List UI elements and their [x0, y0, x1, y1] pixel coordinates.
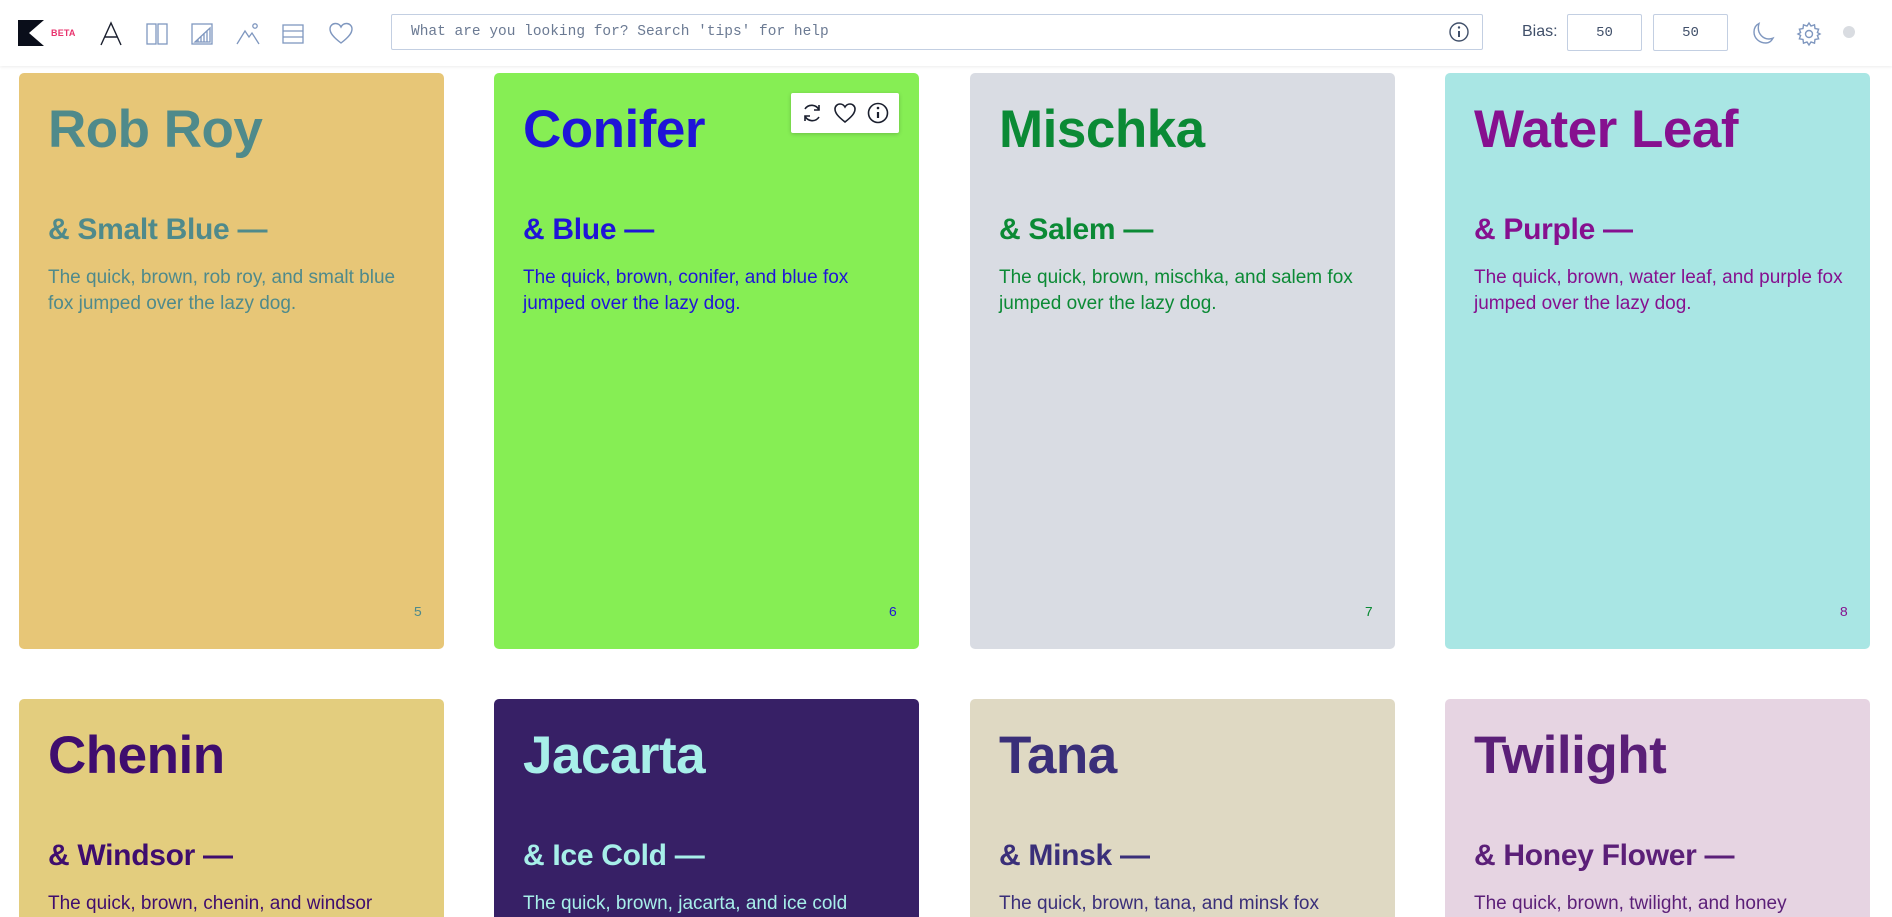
dark-mode-moon-icon[interactable] [1749, 21, 1775, 47]
card-sample-text: The quick, brown, tana, and minsk fox [999, 893, 1319, 914]
chart-panel-icon [191, 23, 213, 45]
card-sample-text: The quick, brown, rob roy, and smalt blu… [48, 267, 396, 314]
color-card[interactable]: Mischka & Salem — The quick, brown, misc… [970, 73, 1395, 649]
card-pair-name: & Purple — [1474, 213, 1633, 246]
status-dot [1843, 26, 1855, 38]
chart-panel-button[interactable] [188, 20, 216, 48]
color-card[interactable]: Twilight & Honey Flower — The quick, bro… [1445, 699, 1870, 917]
color-card[interactable]: Rob Roy & Smalt Blue — The quick, brown,… [19, 73, 444, 649]
list-rows-icon [282, 24, 304, 44]
split-columns-icon [146, 23, 168, 45]
info-icon[interactable] [1448, 21, 1470, 43]
bias-label: Bias: [1522, 23, 1558, 40]
card-number: 7 [1364, 605, 1373, 621]
card-pair-name: & Ice Cold — [523, 839, 705, 872]
image-mountain-button[interactable] [234, 20, 262, 48]
color-card[interactable]: Chenin & Windsor — The quick, brown, che… [19, 699, 444, 917]
card-hover-toolbar [791, 93, 899, 133]
card-sample-text: The quick, brown, mischka, and salem fox… [999, 267, 1353, 314]
color-card[interactable]: Tana & Minsk — The quick, brown, tana, a… [970, 699, 1395, 917]
card-title: Twilight [1474, 726, 1667, 785]
image-mountain-icon [236, 23, 260, 45]
color-card[interactable]: Water Leaf & Purple — The quick, brown, … [1445, 73, 1870, 649]
card-sample-text: The quick, brown, twilight, and honey [1474, 893, 1787, 914]
card-pair-name: & Windsor — [48, 839, 233, 872]
bias-input-1[interactable] [1567, 14, 1642, 51]
favorites-button[interactable] [327, 20, 355, 48]
split-columns-button[interactable] [143, 20, 171, 48]
card-sample-text: The quick, brown, jacarta, and ice cold [523, 893, 848, 914]
card-sample-text: The quick, brown, conifer, and blue fox … [523, 267, 849, 314]
logo-mark-icon [18, 20, 44, 46]
card-title: Conifer [523, 100, 706, 159]
refresh-icon[interactable] [800, 101, 824, 125]
card-title: Mischka [999, 100, 1205, 159]
heart-icon[interactable] [833, 101, 857, 125]
card-title: Water Leaf [1474, 100, 1739, 159]
bias-input-2[interactable] [1653, 14, 1728, 51]
card-pair-name: & Smalt Blue — [48, 213, 268, 246]
card-pair-name: & Blue — [523, 213, 654, 246]
color-card[interactable]: Jacarta & Ice Cold — The quick, brown, j… [494, 699, 919, 917]
typeface-icon [100, 21, 122, 46]
card-title: Rob Roy [48, 100, 263, 159]
card-title: Tana [999, 726, 1117, 785]
beta-badge: BETA [51, 28, 76, 38]
card-number: 5 [413, 605, 422, 621]
card-pair-name: & Salem — [999, 213, 1154, 246]
card-pair-name: & Honey Flower — [1474, 839, 1735, 872]
color-card[interactable]: Conifer & Blue — The quick, brown, conif… [494, 73, 919, 649]
search-bar [391, 14, 1483, 50]
top-toolbar: BETA Bias: [0, 0, 1892, 66]
card-sample-text: The quick, brown, chenin, and windsor [48, 893, 373, 914]
typeface-button[interactable] [97, 20, 125, 48]
search-input[interactable] [392, 15, 1482, 49]
card-pair-name: & Minsk — [999, 839, 1150, 872]
list-rows-button[interactable] [279, 20, 307, 48]
card-number: 6 [888, 605, 897, 621]
app-logo[interactable]: BETA [18, 20, 76, 46]
card-number: 8 [1839, 605, 1848, 621]
heart-icon [329, 22, 353, 44]
card-title: Chenin [48, 726, 225, 785]
card-sample-text: The quick, brown, water leaf, and purple… [1474, 267, 1843, 314]
info-icon[interactable] [866, 101, 890, 125]
card-title: Jacarta [523, 726, 706, 785]
settings-gear-icon[interactable] [1796, 21, 1822, 47]
